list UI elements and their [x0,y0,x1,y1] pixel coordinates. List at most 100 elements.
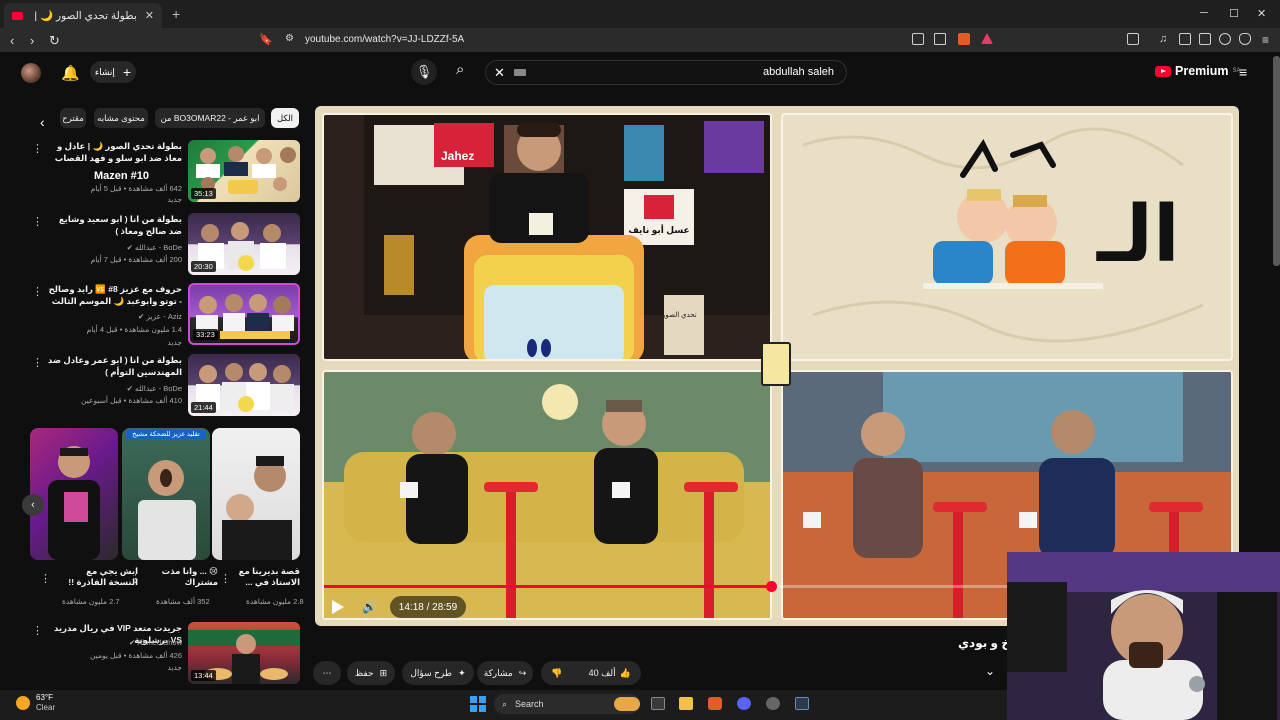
search-input[interactable]: ✕ abdullah saleh [485,60,847,85]
short-title[interactable]: قصة بديرينا مع الاستاذ في ... [220,566,300,588]
close-window-button[interactable]: ✕ [1257,7,1266,20]
taskbar-search[interactable]: ⌕ Search [494,694,640,714]
new-tab-button[interactable]: + [172,6,180,22]
avatar[interactable] [21,63,41,83]
sidebar-toggle-icon[interactable] [1179,33,1191,45]
list-item[interactable]: ⋮ جريدت متعد VIP في ريال مدريد VS برشلون… [28,622,300,684]
brave-browser-icon[interactable] [708,697,722,710]
video-thumbnail[interactable]: 20:30 [188,213,300,275]
short-title[interactable]: 😢 ... وانا مذت مشتراك [138,566,218,588]
chip-all[interactable]: الكل [271,108,299,128]
volume-icon[interactable]: 🔊 [362,600,377,614]
notifications-bell-icon[interactable]: 🔔 [61,64,80,82]
discord-icon[interactable] [737,697,751,710]
app-icon[interactable] [795,697,809,710]
back-icon[interactable]: ‹ [10,33,14,48]
keyboard-icon[interactable] [514,69,526,76]
site-info-icon[interactable]: ⚙ [285,33,294,44]
youtube-premium-logo[interactable]: Premium SA [1155,64,1241,78]
video-title[interactable]: بطولة من انا ( ابو عمر وعادل ضد المهندسي… [44,354,182,378]
shorts-prev-icon[interactable]: ‹ [22,494,44,516]
ask-button[interactable]: طرح سؤال ✦ [402,661,474,685]
more-actions-button[interactable]: ⋯ [313,661,341,685]
video-channel[interactable]: BoDe - عبدالله ✔ [44,384,182,393]
bookmark-icon[interactable]: 🔖 [259,33,273,46]
weather-widget[interactable]: 63°F Clear [16,693,55,713]
save-button[interactable]: حفظ ⊞ [347,661,395,685]
more-options-icon[interactable]: ⋮ [32,356,43,369]
list-item[interactable]: ⋮ بطولة من انا ( ابو سعيد وشايع ضد صالح … [28,213,300,275]
chip-related[interactable]: محتوى مشابه [94,108,148,128]
brave-shields-icon[interactable] [958,33,970,45]
search-icon[interactable]: ⌕ [456,61,464,78]
short-thumbnail[interactable] [212,428,300,560]
list-item[interactable]: ⋮ حروف مع عزيز 8# 🆚 رايد وصالح - توتو وا… [28,283,300,347]
url-field[interactable]: youtube.com/watch?v=JJ-LDZZf-5A [305,34,464,45]
maximize-button[interactable]: ☐ [1229,7,1239,20]
youtube-favicon-icon [12,11,23,20]
create-button[interactable]: إنشاء + [90,61,136,83]
wallet-icon[interactable] [1127,33,1139,45]
more-options-icon[interactable]: ⋮ [32,142,43,155]
media-icon[interactable]: ♫ [1159,33,1171,45]
video-thumbnail[interactable]: 13:44 [188,622,300,684]
brave-rewards-icon[interactable] [981,33,993,44]
more-options-icon[interactable]: ⋮ [32,215,43,228]
video-duration: 35:13 [191,188,216,199]
scrubber-handle[interactable] [765,581,777,592]
obs-icon[interactable] [766,697,780,710]
cast-icon[interactable] [912,33,924,45]
file-explorer-icon[interactable] [679,697,693,710]
video-title[interactable]: حروف مع عزيز 8# 🆚 رايد وصالح - توتو وابو… [44,283,182,307]
mascot-logo [761,342,791,386]
youtube-logo-icon [1155,65,1171,77]
short-title[interactable]: ابش يجي مع النسخة الفاذرة !! [58,566,138,588]
chips-prev-icon[interactable]: ‹ [40,114,45,130]
extensions-icon[interactable] [1219,33,1231,45]
windows-start-icon[interactable] [470,696,486,712]
video-title[interactable]: بطولة من انا ( ابو سعيد وشايع ضد صالح وم… [44,213,182,237]
video-thumbnail[interactable]: 35:13 [188,140,300,202]
short-views: 352 ألف مشاهدة [156,597,210,606]
video-thumbnail[interactable]: 33:23 [188,283,300,345]
more-options-icon[interactable]: ⋮ [32,624,43,637]
task-view-icon[interactable] [651,697,665,710]
chip-from-channel[interactable]: من BO3OMAR22 - ابو عمر [155,108,265,128]
close-tab-icon[interactable]: ✕ [145,9,154,22]
voice-search-mic-icon[interactable]: 🎙 [411,59,437,85]
share-button[interactable]: مشاركة ↪ [477,661,533,685]
chip-suggested[interactable]: مقترح [60,108,86,128]
page-scrollbar[interactable] [1273,56,1280,266]
video-title[interactable]: بطولة تحدي الصور 🌙 | عادل و معاذ ضد ابو … [44,140,182,164]
dislike-icon[interactable]: 👎 [551,668,562,679]
video-thumbnail[interactable]: 21:44 [188,354,300,416]
list-item[interactable]: ⋮ بطولة تحدي الصور 🌙 | عادل و معاذ ضد اب… [28,140,300,204]
reader-icon[interactable] [1199,33,1211,45]
video-channel[interactable]: Mazen #10 [94,170,184,182]
video-channel[interactable]: BoDe - عبدالله ✔ [44,243,182,252]
more-options-icon[interactable]: ⋮ [32,285,43,298]
browser-menu-icon[interactable]: ≡ [1262,33,1269,47]
weather-sun-icon [16,696,30,710]
play-icon[interactable] [328,598,346,616]
minimize-button[interactable]: ─ [1200,7,1208,19]
like-button[interactable]: 40 ألف 👍 [589,668,631,679]
short-thumbnail[interactable] [30,428,118,560]
short-views: 2.8 مليون مشاهدة [246,597,304,606]
list-item[interactable]: ⋮ بطولة من انا ( ابو عمر وعادل ضد المهند… [28,354,300,416]
guide-menu-icon[interactable]: ≡ [1239,64,1247,80]
like-dislike-group[interactable]: 👎 40 ألف 👍 [541,661,641,685]
video-player[interactable]: Jahez عسل أبو نايف تحدي الصور الـ [315,106,1239,626]
more-options-icon[interactable]: ⋮ [40,572,51,585]
share-page-icon[interactable] [934,33,946,45]
browser-tab[interactable]: بطولة تحدي الصور 🌙 | أبو السعد ✕ [4,3,162,28]
video-channel[interactable]: Ahmed Show ✔ [44,638,182,647]
forward-icon[interactable]: › [30,33,34,48]
short-thumbnail[interactable]: تقليد عزيز للضحكة مشيخ [122,428,210,560]
vpn-shield-icon[interactable] [1239,33,1251,45]
chevron-down-icon[interactable]: ⌄ [985,664,995,678]
reload-icon[interactable]: ↻ [49,33,60,49]
video-channel[interactable]: Aziz - عزيز ✔ [44,312,182,321]
clear-search-icon[interactable]: ✕ [494,65,505,81]
short-overlay-label: تقليد عزيز للضحكة مشيخ [126,430,206,439]
